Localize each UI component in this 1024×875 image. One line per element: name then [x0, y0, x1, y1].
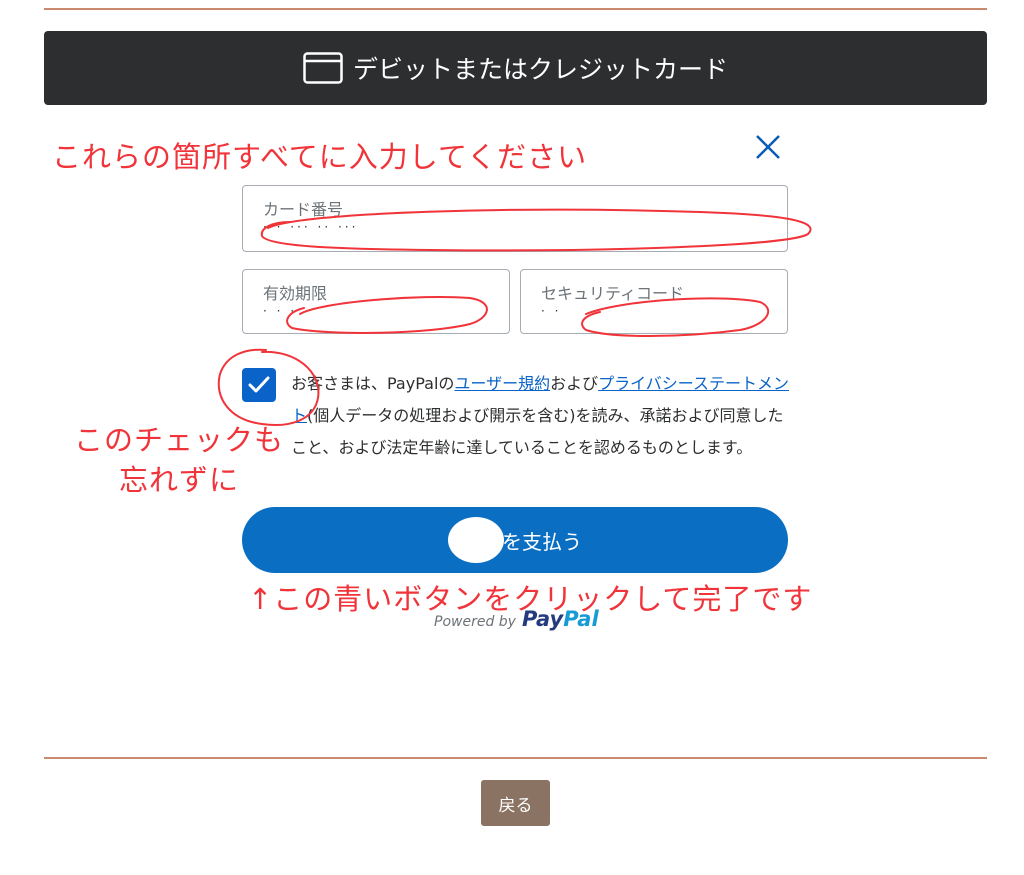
card-number-value: ··· ··· ·· ··· [263, 220, 359, 234]
annotation-fill-all: これらの箇所すべてに入力してください [52, 140, 588, 174]
top-divider [44, 8, 987, 10]
expiry-value: · · · [263, 304, 298, 318]
back-button[interactable]: 戻る [481, 780, 550, 826]
powered-by-label: Powered by [434, 614, 516, 630]
paypal-logo: PayPal [521, 607, 599, 631]
consent-text-2: および [550, 374, 599, 393]
pay-button[interactable]: を支払う [242, 507, 788, 573]
security-code-value: · · [541, 304, 562, 318]
card-payment-header[interactable]: デビットまたはクレジットカード [44, 31, 987, 105]
annotation-check-line-1: このチェックも [74, 423, 285, 457]
powered-by-paypal: Powered by PayPal [434, 607, 599, 631]
credit-card-icon [303, 52, 343, 84]
expiry-label: 有効期限 [263, 284, 328, 303]
consent-text-3: (個人データの処理および開示を含む)を読み、承諾および同意したこと、および法定年… [291, 406, 784, 457]
expiry-field[interactable]: 有効期限 · · · [242, 269, 510, 334]
header-title: デビットまたはクレジットカード [352, 55, 728, 84]
security-code-field[interactable]: セキュリティコード · · [520, 269, 788, 334]
bottom-divider [44, 757, 987, 759]
checkmark-icon [248, 376, 270, 393]
user-agreement-link[interactable]: ユーザー規約 [454, 374, 550, 393]
consent-text-1: お客さまは、PayPalの [291, 374, 455, 393]
card-number-label: カード番号 [263, 200, 344, 219]
pay-button-label: を支払う [502, 529, 582, 554]
redacted-amount [448, 517, 504, 563]
annotation-check-reminder: このチェックも 忘れずに [74, 420, 284, 500]
consent-checkbox[interactable] [242, 368, 276, 402]
annotation-check-line-2: 忘れずに [119, 463, 240, 497]
consent-text: お客さまは、PayPalのユーザー規約およびプライバシーステートメント(個人デー… [291, 368, 791, 464]
card-number-field[interactable]: カード番号 ··· ··· ·· ··· [242, 185, 788, 252]
close-icon[interactable] [752, 131, 784, 163]
security-code-label: セキュリティコード [541, 284, 685, 303]
